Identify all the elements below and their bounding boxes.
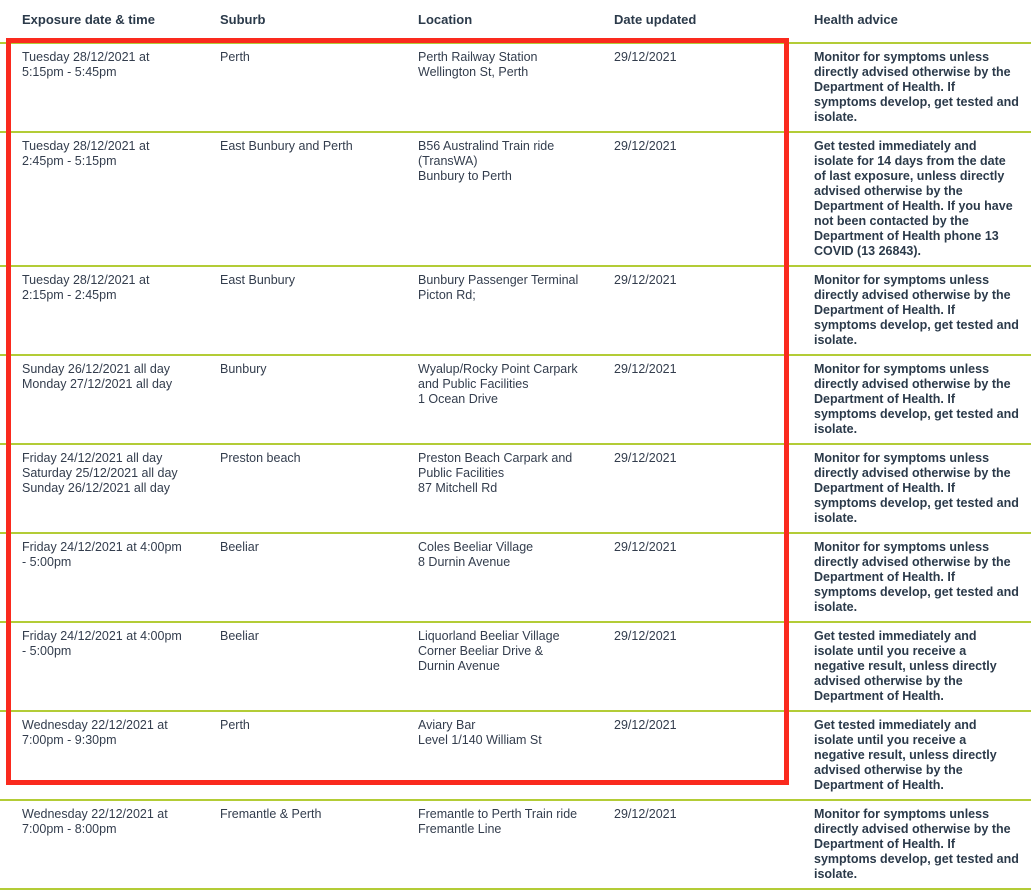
cell-suburb: Beeliar — [199, 532, 397, 622]
cell-line: Sunday 26/12/2021 all day — [22, 481, 171, 495]
cell-suburb: East Bunbury and Perth — [199, 131, 397, 266]
cell-exposure-date-time: Wednesday 22/12/2021 at 7:00pm - 9:30pm — [0, 710, 199, 800]
cell-location: Perth Railway Station Wellington St, Pert… — [397, 42, 595, 132]
cell-health-advice: Monitor for symptoms unless directly adv… — [795, 265, 1031, 355]
cell-exposure-date-time: Wednesday 22/12/2021 at 7:00pm - 8:00pm — [0, 799, 199, 890]
cell-date-updated: 29/12/2021 — [595, 621, 795, 711]
cell-health-advice: Monitor for symptoms unless directly adv… — [795, 443, 1031, 533]
cell-exposure-date-time: Tuesday 28/12/2021 at 2:45pm - 5:15pm — [0, 131, 199, 266]
cell-location: Coles Beeliar Village 8 Durnin Avenue — [397, 532, 595, 622]
cell-line: Wellington St, Perth — [418, 65, 529, 79]
cell-exposure-date-time: Friday 24/12/2021 at 4:00pm - 5:00pm — [0, 532, 199, 622]
cell-line: Bunbury Passenger Terminal — [418, 273, 579, 287]
cell-health-advice: Get tested immediately and isolate for 1… — [795, 131, 1031, 266]
cell-suburb: Perth — [199, 710, 397, 800]
cell-line: Sunday 26/12/2021 all day — [22, 362, 171, 376]
cell-health-advice: Monitor for symptoms unless directly adv… — [795, 354, 1031, 444]
cell-suburb: Beeliar — [199, 621, 397, 711]
cell-date-updated: 29/12/2021 — [595, 354, 795, 444]
cell-exposure-date-time: Tuesday 28/12/2021 at 2:15pm - 2:45pm — [0, 265, 199, 355]
column-header-location: Location — [397, 0, 595, 43]
cell-location: Fremantle to Perth Train ride Fremantle L… — [397, 799, 595, 890]
cell-line: Fremantle Line — [418, 822, 502, 836]
cell-location: B56 Australind Train ride (TransWA) Bunbu… — [397, 131, 595, 266]
column-header-health-advice: Health advice — [795, 0, 1031, 43]
cell-line: Corner Beeliar Drive & Durnin Avenue — [418, 644, 547, 673]
cell-exposure-date-time: Friday 24/12/2021 all day Saturday 25/12/… — [0, 443, 199, 533]
cell-line: 8 Durnin Avenue — [418, 555, 511, 569]
cell-health-advice: Monitor for symptoms unless directly adv… — [795, 799, 1031, 890]
cell-line: Saturday 25/12/2021 all day — [22, 466, 178, 480]
cell-suburb: East Bunbury — [199, 265, 397, 355]
cell-line: Preston Beach Carpark and Public Facilit… — [418, 451, 576, 480]
table-row: Tuesday 28/12/2021 at 2:15pm - 2:45pm Eas… — [0, 265, 1031, 355]
cell-date-updated: 29/12/2021 — [595, 443, 795, 533]
cell-suburb: Preston beach — [199, 443, 397, 533]
table-row: Sunday 26/12/2021 all day Monday 27/12/20… — [0, 354, 1031, 444]
cell-line: Friday 24/12/2021 all day — [22, 451, 163, 465]
cell-line: Wyalup/Rocky Point Carpark and Public Fa… — [418, 362, 582, 391]
cell-date-updated: 29/12/2021 — [595, 42, 795, 132]
cell-health-advice: Get tested immediately and isolate until… — [795, 710, 1031, 800]
table-row: Wednesday 22/12/2021 at 7:00pm - 9:30pm P… — [0, 710, 1031, 800]
cell-line: B56 Australind Train ride (TransWA) — [418, 139, 558, 168]
cell-exposure-date-time: Tuesday 28/12/2021 at 5:15pm - 5:45pm — [0, 42, 199, 132]
cell-date-updated: 29/12/2021 — [595, 799, 795, 890]
table-header-row: Exposure date & time Suburb Location Dat… — [0, 0, 1031, 43]
table-header: Exposure date & time Suburb Location Dat… — [0, 0, 1031, 43]
cell-line: Picton Rd; — [418, 288, 476, 302]
cell-date-updated: 29/12/2021 — [595, 532, 795, 622]
cell-health-advice: Monitor for symptoms unless directly adv… — [795, 42, 1031, 132]
cell-date-updated: 29/12/2021 — [595, 265, 795, 355]
cell-suburb: Perth — [199, 42, 397, 132]
cell-date-updated: 29/12/2021 — [595, 710, 795, 800]
cell-suburb: Bunbury — [199, 354, 397, 444]
cell-line: Monday 27/12/2021 all day — [22, 377, 173, 391]
cell-health-advice: Get tested immediately and isolate until… — [795, 621, 1031, 711]
cell-line: Fremantle to Perth Train ride — [418, 807, 578, 821]
cell-suburb: Fremantle & Perth — [199, 799, 397, 890]
cell-exposure-date-time: Friday 24/12/2021 at 4:00pm - 5:00pm — [0, 621, 199, 711]
cell-line: Level 1/140 William St — [418, 733, 542, 747]
cell-health-advice: Monitor for symptoms unless directly adv… — [795, 532, 1031, 622]
column-header-exposure-date-time: Exposure date & time — [0, 0, 199, 43]
table-row: Wednesday 22/12/2021 at 7:00pm - 8:00pm F… — [0, 799, 1031, 890]
cell-location: Liquorland Beeliar Village Corner Beeliar… — [397, 621, 595, 711]
cell-location: Wyalup/Rocky Point Carpark and Public Fa… — [397, 354, 595, 444]
table-row: Tuesday 28/12/2021 at 5:15pm - 5:45pm Per… — [0, 42, 1031, 132]
cell-date-updated: 29/12/2021 — [595, 131, 795, 266]
table-row: Friday 24/12/2021 all day Saturday 25/12/… — [0, 443, 1031, 533]
cell-line: Coles Beeliar Village — [418, 540, 534, 554]
cell-location: Preston Beach Carpark and Public Facilit… — [397, 443, 595, 533]
cell-location: Bunbury Passenger Terminal Picton Rd; — [397, 265, 595, 355]
cell-line: Liquorland Beeliar Village — [418, 629, 560, 643]
cell-line: 1 Ocean Drive — [418, 392, 498, 406]
cell-location: Aviary Bar Level 1/140 William St — [397, 710, 595, 800]
cell-exposure-date-time: Sunday 26/12/2021 all day Monday 27/12/20… — [0, 354, 199, 444]
table-row: Friday 24/12/2021 at 4:00pm - 5:00pm Beel… — [0, 621, 1031, 711]
cell-line: 87 Mitchell Rd — [418, 481, 498, 495]
column-header-suburb: Suburb — [199, 0, 397, 43]
table-row: Tuesday 28/12/2021 at 2:45pm - 5:15pm Eas… — [0, 131, 1031, 266]
cell-line: Bunbury to Perth — [418, 169, 512, 183]
cell-line: Perth Railway Station — [418, 50, 538, 64]
column-header-date-updated: Date updated — [595, 0, 795, 43]
table-body: Tuesday 28/12/2021 at 5:15pm - 5:45pm Per… — [0, 42, 1031, 890]
cell-line: Aviary Bar — [418, 718, 476, 732]
exposure-sites-table: Exposure date & time Suburb Location Dat… — [0, 0, 1031, 890]
table-row: Friday 24/12/2021 at 4:00pm - 5:00pm Beel… — [0, 532, 1031, 622]
